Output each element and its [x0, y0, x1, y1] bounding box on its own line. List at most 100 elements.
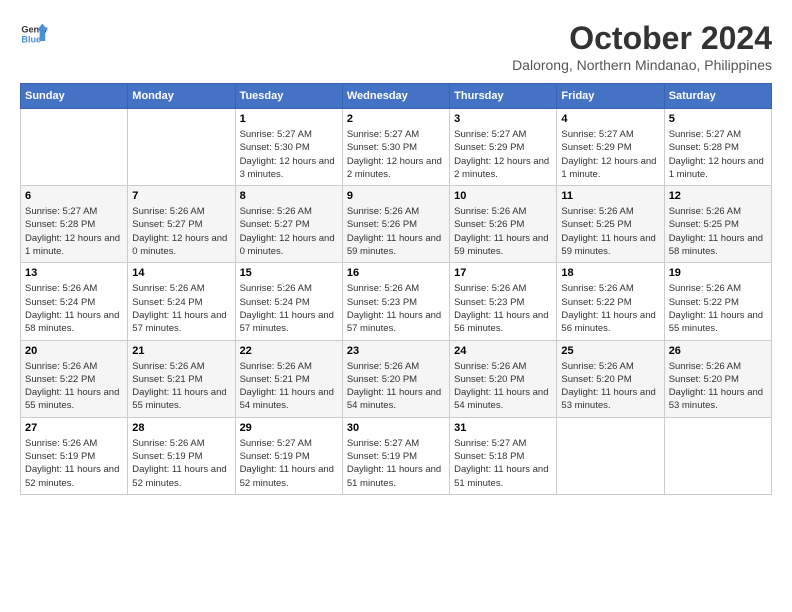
- day-info: Sunrise: 5:26 AM Sunset: 5:21 PM Dayligh…: [132, 360, 230, 413]
- day-number: 15: [240, 267, 338, 279]
- calendar-cell: 5Sunrise: 5:27 AM Sunset: 5:28 PM Daylig…: [664, 109, 771, 186]
- day-info: Sunrise: 5:27 AM Sunset: 5:30 PM Dayligh…: [240, 128, 338, 181]
- calendar-cell: [21, 109, 128, 186]
- calendar-cell: 2 Sunrise: 5:27 AM Sunset: 5:30 PM Daylig…: [342, 109, 449, 186]
- location-subtitle: Dalorong, Northern Mindanao, Philippines: [512, 57, 772, 73]
- logo-icon: General Blue: [20, 20, 48, 48]
- day-info: Sunrise: 5:26 AM Sunset: 5:22 PM Dayligh…: [25, 360, 123, 413]
- calendar-cell: 18 Sunrise: 5:26 AM Sunset: 5:22 PM Dayli…: [557, 263, 664, 340]
- calendar-cell: [557, 417, 664, 494]
- day-info: Sunrise: 5:27 AM Sunset: 5:19 PM Dayligh…: [347, 437, 445, 490]
- day-number: 6: [25, 190, 123, 202]
- day-info: Sunrise: 5:26 AM Sunset: 5:24 PM Dayligh…: [25, 282, 123, 335]
- calendar-cell: 16Sunrise: 5:26 AM Sunset: 5:23 PM Dayli…: [342, 263, 449, 340]
- calendar-cell: 19Sunrise: 5:26 AM Sunset: 5:22 PM Dayli…: [664, 263, 771, 340]
- day-number: 18: [561, 267, 659, 279]
- day-info: Sunrise: 5:26 AM Sunset: 5:20 PM Dayligh…: [454, 360, 552, 413]
- weekday-header: Friday: [557, 84, 664, 109]
- calendar-cell: 15 Sunrise: 5:26 AM Sunset: 5:24 PM Dayli…: [235, 263, 342, 340]
- day-info: Sunrise: 5:26 AM Sunset: 5:25 PM Dayligh…: [669, 205, 767, 258]
- calendar-cell: 23 Sunrise: 5:26 AM Sunset: 5:20 PM Dayli…: [342, 340, 449, 417]
- calendar-cell: 8 Sunrise: 5:26 AM Sunset: 5:27 PM Daylig…: [235, 186, 342, 263]
- calendar-cell: 12 Sunrise: 5:26 AM Sunset: 5:25 PM Dayli…: [664, 186, 771, 263]
- day-number: 11: [561, 190, 659, 202]
- calendar-week-row: 1Sunrise: 5:27 AM Sunset: 5:30 PM Daylig…: [21, 109, 772, 186]
- calendar-cell: 13 Sunrise: 5:26 AM Sunset: 5:24 PM Dayli…: [21, 263, 128, 340]
- weekday-header: Thursday: [450, 84, 557, 109]
- calendar-week-row: 20Sunrise: 5:26 AM Sunset: 5:22 PM Dayli…: [21, 340, 772, 417]
- day-number: 13: [25, 267, 123, 279]
- calendar-cell: 26 Sunrise: 5:26 AM Sunset: 5:20 PM Dayli…: [664, 340, 771, 417]
- logo: General Blue: [20, 20, 48, 48]
- day-info: Sunrise: 5:26 AM Sunset: 5:25 PM Dayligh…: [561, 205, 659, 258]
- day-number: 7: [132, 190, 230, 202]
- day-info: Sunrise: 5:26 AM Sunset: 5:27 PM Dayligh…: [240, 205, 338, 258]
- calendar-week-row: 6Sunrise: 5:27 AM Sunset: 5:28 PM Daylig…: [21, 186, 772, 263]
- calendar-cell: 11 Sunrise: 5:26 AM Sunset: 5:25 PM Dayli…: [557, 186, 664, 263]
- weekday-header: Tuesday: [235, 84, 342, 109]
- calendar-cell: 6Sunrise: 5:27 AM Sunset: 5:28 PM Daylig…: [21, 186, 128, 263]
- day-info: Sunrise: 5:26 AM Sunset: 5:26 PM Dayligh…: [347, 205, 445, 258]
- calendar-cell: 31 Sunrise: 5:27 AM Sunset: 5:18 PM Dayli…: [450, 417, 557, 494]
- day-info: Sunrise: 5:27 AM Sunset: 5:29 PM Dayligh…: [454, 128, 552, 181]
- calendar-cell: 9Sunrise: 5:26 AM Sunset: 5:26 PM Daylig…: [342, 186, 449, 263]
- day-number: 8: [240, 190, 338, 202]
- weekday-header: Monday: [128, 84, 235, 109]
- calendar-cell: 21 Sunrise: 5:26 AM Sunset: 5:21 PM Dayli…: [128, 340, 235, 417]
- day-number: 12: [669, 190, 767, 202]
- calendar-cell: 4Sunrise: 5:27 AM Sunset: 5:29 PM Daylig…: [557, 109, 664, 186]
- day-number: 2: [347, 113, 445, 125]
- day-number: 27: [25, 422, 123, 434]
- calendar-week-row: 13 Sunrise: 5:26 AM Sunset: 5:24 PM Dayli…: [21, 263, 772, 340]
- calendar-cell: 30 Sunrise: 5:27 AM Sunset: 5:19 PM Dayli…: [342, 417, 449, 494]
- day-number: 5: [669, 113, 767, 125]
- day-info: Sunrise: 5:26 AM Sunset: 5:23 PM Dayligh…: [454, 282, 552, 335]
- month-year-title: October 2024: [512, 20, 772, 57]
- day-number: 26: [669, 345, 767, 357]
- day-number: 30: [347, 422, 445, 434]
- calendar-cell: 1Sunrise: 5:27 AM Sunset: 5:30 PM Daylig…: [235, 109, 342, 186]
- calendar-cell: 25Sunrise: 5:26 AM Sunset: 5:20 PM Dayli…: [557, 340, 664, 417]
- calendar-cell: [128, 109, 235, 186]
- svg-text:Blue: Blue: [21, 34, 41, 44]
- calendar-cell: 3 Sunrise: 5:27 AM Sunset: 5:29 PM Daylig…: [450, 109, 557, 186]
- day-info: Sunrise: 5:26 AM Sunset: 5:23 PM Dayligh…: [347, 282, 445, 335]
- day-number: 14: [132, 267, 230, 279]
- calendar-cell: 20Sunrise: 5:26 AM Sunset: 5:22 PM Dayli…: [21, 340, 128, 417]
- day-number: 3: [454, 113, 552, 125]
- day-info: Sunrise: 5:26 AM Sunset: 5:22 PM Dayligh…: [561, 282, 659, 335]
- day-info: Sunrise: 5:26 AM Sunset: 5:22 PM Dayligh…: [669, 282, 767, 335]
- day-number: 24: [454, 345, 552, 357]
- day-info: Sunrise: 5:27 AM Sunset: 5:18 PM Dayligh…: [454, 437, 552, 490]
- day-info: Sunrise: 5:27 AM Sunset: 5:30 PM Dayligh…: [347, 128, 445, 181]
- day-info: Sunrise: 5:26 AM Sunset: 5:27 PM Dayligh…: [132, 205, 230, 258]
- day-number: 31: [454, 422, 552, 434]
- page-header: General Blue October 2024 Dalorong, Nort…: [20, 20, 772, 73]
- calendar-cell: 24 Sunrise: 5:26 AM Sunset: 5:20 PM Dayli…: [450, 340, 557, 417]
- calendar-cell: 22 Sunrise: 5:26 AM Sunset: 5:21 PM Dayli…: [235, 340, 342, 417]
- calendar-table: SundayMondayTuesdayWednesdayThursdayFrid…: [20, 83, 772, 495]
- weekday-header: Wednesday: [342, 84, 449, 109]
- weekday-header: Saturday: [664, 84, 771, 109]
- calendar-cell: 7 Sunrise: 5:26 AM Sunset: 5:27 PM Daylig…: [128, 186, 235, 263]
- day-info: Sunrise: 5:26 AM Sunset: 5:26 PM Dayligh…: [454, 205, 552, 258]
- day-number: 17: [454, 267, 552, 279]
- day-info: Sunrise: 5:26 AM Sunset: 5:19 PM Dayligh…: [132, 437, 230, 490]
- day-number: 10: [454, 190, 552, 202]
- day-number: 23: [347, 345, 445, 357]
- day-info: Sunrise: 5:26 AM Sunset: 5:20 PM Dayligh…: [347, 360, 445, 413]
- calendar-cell: 29Sunrise: 5:27 AM Sunset: 5:19 PM Dayli…: [235, 417, 342, 494]
- day-info: Sunrise: 5:26 AM Sunset: 5:24 PM Dayligh…: [240, 282, 338, 335]
- calendar-cell: 28Sunrise: 5:26 AM Sunset: 5:19 PM Dayli…: [128, 417, 235, 494]
- day-info: Sunrise: 5:26 AM Sunset: 5:20 PM Dayligh…: [669, 360, 767, 413]
- calendar-header-row: SundayMondayTuesdayWednesdayThursdayFrid…: [21, 84, 772, 109]
- calendar-cell: 14Sunrise: 5:26 AM Sunset: 5:24 PM Dayli…: [128, 263, 235, 340]
- day-number: 22: [240, 345, 338, 357]
- day-info: Sunrise: 5:26 AM Sunset: 5:19 PM Dayligh…: [25, 437, 123, 490]
- weekday-header: Sunday: [21, 84, 128, 109]
- day-number: 21: [132, 345, 230, 357]
- day-info: Sunrise: 5:26 AM Sunset: 5:21 PM Dayligh…: [240, 360, 338, 413]
- day-number: 29: [240, 422, 338, 434]
- calendar-cell: [664, 417, 771, 494]
- day-number: 25: [561, 345, 659, 357]
